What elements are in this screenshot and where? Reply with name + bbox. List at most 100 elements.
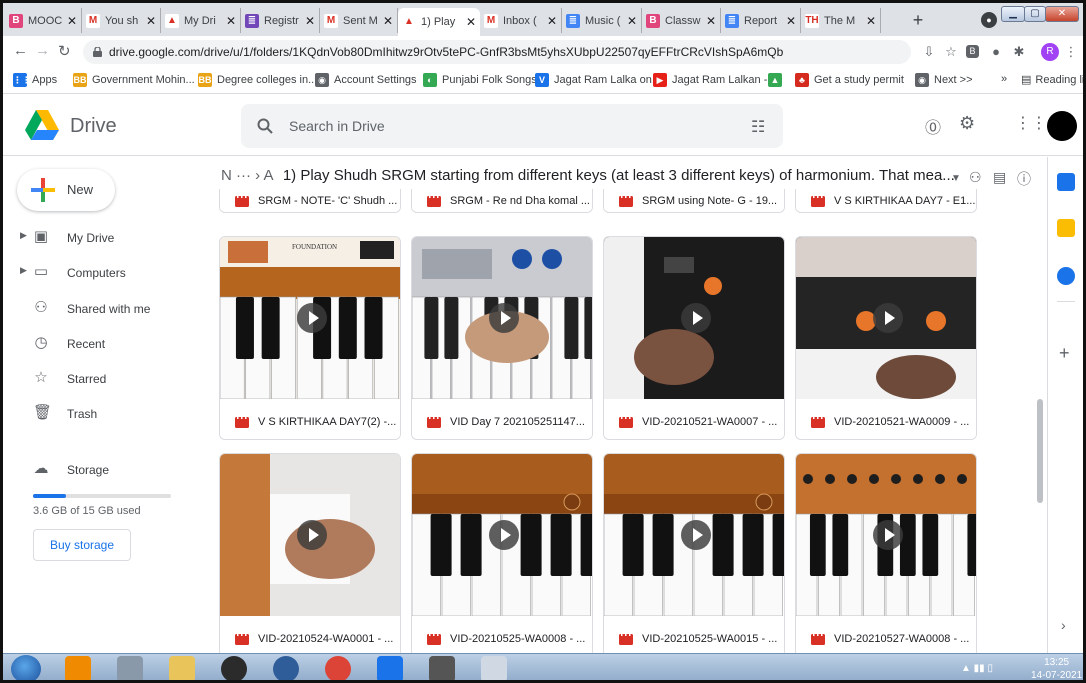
expand-caret-icon[interactable]: ▶	[20, 230, 27, 241]
play-icon[interactable]	[297, 520, 327, 550]
forward-icon[interactable]: →	[35, 42, 50, 59]
vlc-icon[interactable]	[65, 656, 91, 680]
address-bar[interactable]: drive.google.com/drive/u/1/folders/1KQdn…	[83, 40, 911, 64]
tab-close-icon[interactable]: ✕	[866, 14, 876, 28]
file-card[interactable]: FOUNDATION V S KIRTHIKAA DAY7(2) -...	[219, 236, 401, 440]
breadcrumb-prefix[interactable]: N ··· › A	[221, 167, 273, 184]
file-card[interactable]: VID-20210524-WA0001 - ...	[219, 453, 401, 653]
sidebar-item-starred[interactable]: ☆ Starred	[3, 364, 203, 394]
file-card[interactable]: VID-20210525-WA0008 - ...	[411, 453, 593, 653]
sidebar-item-trash[interactable]: 🗑 Trash	[3, 399, 203, 429]
play-icon[interactable]	[873, 520, 903, 550]
details-info-icon[interactable]: ⓘ	[1017, 169, 1031, 189]
system-tray[interactable]: ▲ ▮▮ ▯	[961, 663, 993, 674]
tab-close-icon[interactable]: ✕	[67, 14, 77, 28]
browser-tab[interactable]: M Sent M ✕	[320, 8, 398, 33]
play-icon[interactable]	[873, 303, 903, 333]
video-thumbnail[interactable]	[796, 454, 976, 616]
bookmarks-overflow-icon[interactable]: »	[1001, 73, 1007, 85]
browser-tab[interactable]: ▲ 1) Play ✕	[398, 8, 480, 36]
list-view-icon[interactable]: ▤	[993, 169, 1006, 186]
extension-o-icon[interactable]: ●	[988, 44, 1004, 60]
network-icon[interactable]	[273, 656, 299, 680]
file-card[interactable]: VID-20210527-WA0008 - ...	[795, 453, 977, 653]
file-card[interactable]: SRGM - NOTE- 'C' Shudh ...	[219, 189, 401, 213]
play-icon[interactable]	[489, 303, 519, 333]
drive-logo-icon[interactable]	[25, 110, 59, 140]
play-icon[interactable]	[489, 520, 519, 550]
file-card[interactable]: SRGM - Re nd Dha komal ...	[411, 189, 593, 213]
play-icon[interactable]	[297, 303, 327, 333]
shared-folder-icon[interactable]: ⚇	[969, 169, 982, 186]
taskbar-clock[interactable]: 13:25 14-07-2021	[1031, 656, 1082, 680]
bookmark-item[interactable]: BB Government Mohin...	[73, 73, 195, 87]
back-icon[interactable]: ←	[13, 42, 28, 59]
user-icon[interactable]	[117, 656, 143, 680]
maximize-button[interactable]: ▢	[1024, 6, 1046, 22]
video-thumbnail[interactable]: FOUNDATION	[220, 237, 400, 399]
breadcrumb[interactable]: N ··· › A 1) Play Shudh SRGM starting fr…	[221, 167, 991, 189]
video-thumbnail[interactable]	[604, 454, 784, 616]
browser-tab[interactable]: ▲ My Dri ✕	[161, 8, 241, 33]
folder-title[interactable]: 1) Play Shudh SRGM starting from differe…	[283, 167, 955, 184]
tab-close-icon[interactable]: ✕	[226, 14, 236, 28]
extension-b-icon[interactable]: B	[966, 45, 979, 58]
video-thumbnail[interactable]	[220, 454, 400, 616]
new-tab-button[interactable]: +	[908, 11, 928, 31]
sidebar-item-storage[interactable]: ☁ Storage	[3, 455, 203, 485]
file-card[interactable]: VID-20210521-WA0009 - ...	[795, 236, 977, 440]
bookmark-item[interactable]: ◉ Next >>	[915, 73, 973, 87]
browser-tab[interactable]: ≣ Music (✕	[562, 8, 642, 33]
search-options-icon[interactable]: ☷	[751, 117, 765, 137]
extensions-puzzle-icon[interactable]: ✱	[1011, 44, 1027, 60]
file-card[interactable]: VID-20210525-WA0015 - ...	[603, 453, 785, 653]
scrollbar-thumb[interactable]	[1037, 399, 1043, 503]
bookmark-item[interactable]: ♣ Get a study permit	[795, 73, 904, 87]
browser-tab[interactable]: M Inbox (✕	[480, 8, 562, 33]
search-icon[interactable]	[257, 118, 273, 134]
chrome-icon[interactable]	[325, 656, 351, 680]
tab-close-icon[interactable]: ✕	[466, 15, 476, 29]
reading-list-button[interactable]: ▤ Reading list	[1021, 73, 1083, 87]
browser-menu-icon[interactable]: ●	[981, 12, 997, 28]
file-card[interactable]: V S KIRTHIKAA DAY7 - E1...	[795, 189, 977, 213]
bookmark-item[interactable]: ⋮⋮ Apps	[13, 73, 57, 87]
apps-grid-icon[interactable]: ⋮⋮	[1015, 113, 1047, 133]
search-input[interactable]: Search in Drive	[289, 118, 385, 134]
bookmark-item[interactable]: V Jagat Ram Lalka on...	[535, 73, 661, 87]
browser-tab[interactable]: ≣ Report ✕	[721, 8, 801, 33]
tasks-icon[interactable]	[1057, 267, 1075, 285]
file-explorer-icon[interactable]	[169, 656, 195, 680]
play-icon[interactable]	[681, 520, 711, 550]
buy-storage-button[interactable]: Buy storage	[33, 529, 131, 561]
tab-close-icon[interactable]: ✕	[786, 14, 796, 28]
bookmark-item[interactable]: ◉ Account Settings	[315, 73, 417, 87]
sidebar-item-computers[interactable]: ▶ ▭ Computers	[3, 258, 203, 288]
microphone-icon[interactable]	[429, 656, 455, 680]
new-button[interactable]: New	[17, 169, 115, 211]
tab-close-icon[interactable]: ✕	[146, 14, 156, 28]
browser-tab[interactable]: M You sh ✕	[82, 8, 161, 33]
help-icon[interactable]: ⓪	[925, 114, 941, 138]
sidebar-item-my-drive[interactable]: ▶ ▣ My Drive	[3, 223, 203, 253]
install-app-icon[interactable]: ⇩	[921, 44, 937, 60]
file-card[interactable]: VID Day 7 202105251147...	[411, 236, 593, 440]
browser-tab[interactable]: TH The M ✕	[801, 8, 881, 33]
sidebar-item-recent[interactable]: ◷ Recent	[3, 329, 203, 359]
media-player-icon[interactable]	[221, 656, 247, 680]
bookmark-star-icon[interactable]: ☆	[943, 44, 959, 60]
video-thumbnail[interactable]	[604, 237, 784, 399]
reload-icon[interactable]: ↻	[58, 42, 71, 60]
video-thumbnail[interactable]	[412, 454, 592, 616]
expand-panel-icon[interactable]: ›	[1061, 617, 1066, 633]
folder-dropdown-icon[interactable]: ▼	[951, 173, 961, 184]
bookmark-item[interactable]: ▲	[768, 73, 787, 87]
sidebar-item-shared-with-me[interactable]: ⚇ Shared with me	[3, 294, 203, 324]
video-thumbnail[interactable]	[412, 237, 592, 399]
tab-close-icon[interactable]: ✕	[305, 14, 315, 28]
ime-icon[interactable]	[377, 656, 403, 680]
account-avatar[interactable]	[1047, 111, 1077, 141]
calendar-icon[interactable]	[1057, 173, 1075, 191]
start-button[interactable]	[11, 655, 41, 680]
keep-icon[interactable]	[1057, 219, 1075, 237]
